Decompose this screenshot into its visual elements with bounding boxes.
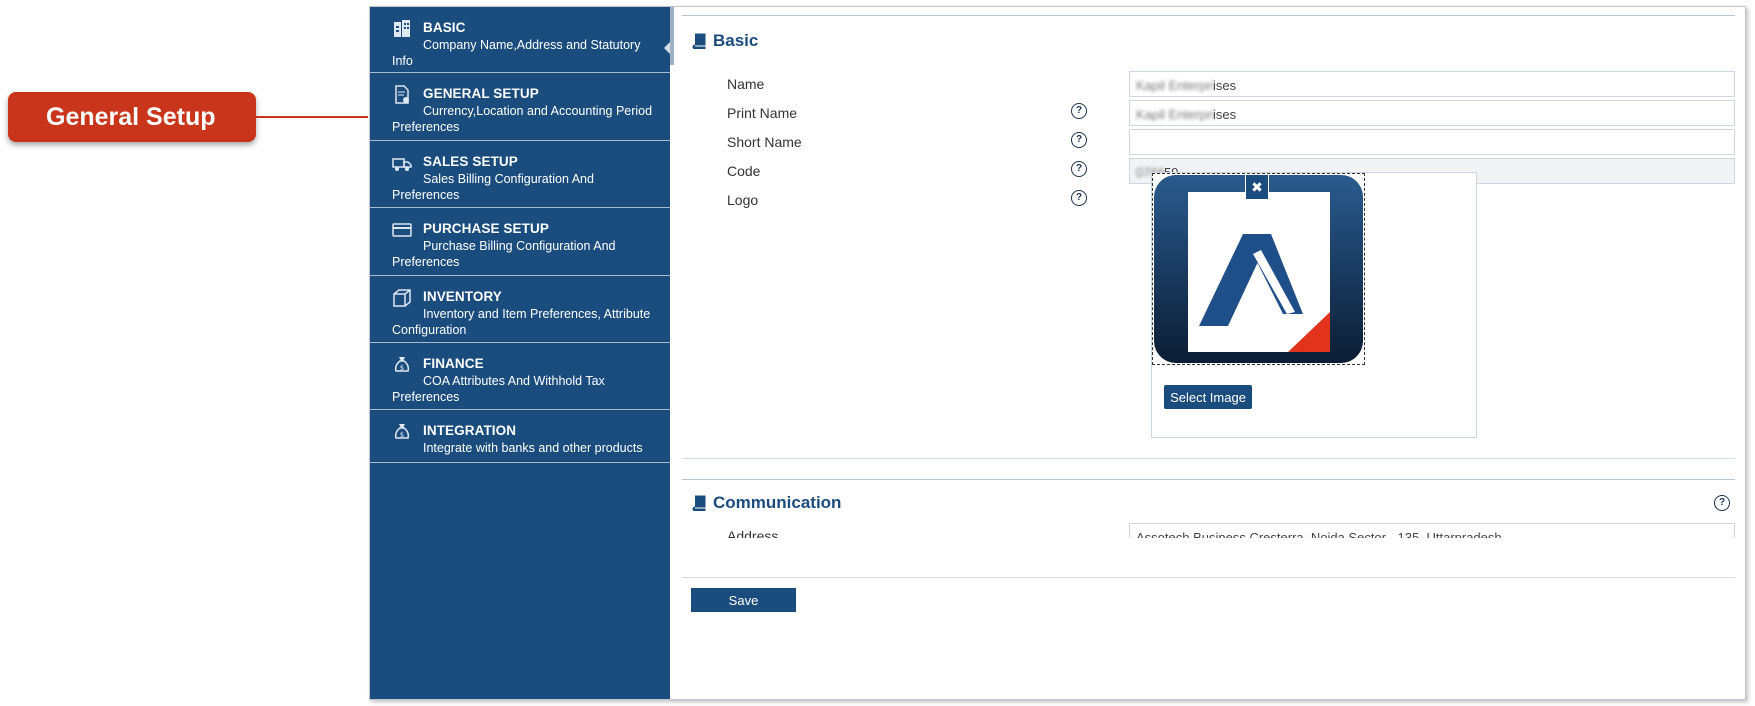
sidebar-item-title: INTEGRATION [423,423,517,438]
address-row: Address Assotech Business Cresterra, Noi… [727,523,1735,538]
address-field[interactable]: Assotech Business Cresterra, Noida Secto… [1129,523,1735,538]
help-icon[interactable]: ? [1071,161,1087,177]
short-name-row: Short Name ? [727,129,1735,156]
sidebar-item-desc: COA Attributes And Withhold Tax Preferen… [392,374,605,404]
name-value-suffix: ises [1213,78,1237,93]
book-icon [692,495,706,511]
remove-logo-button[interactable]: ✖ [1245,174,1269,200]
logo-upload-box: ✖ Select Image [1151,172,1477,438]
select-image-button[interactable]: Select Image [1164,385,1252,409]
sidebar-item-title: SALES SETUP [423,154,518,169]
sidebar-item-desc: Company Name,Address and Statutory Info [392,38,641,68]
box-icon [393,289,411,307]
basic-heading: Basic [692,31,758,51]
footer-divider [682,577,1735,578]
communication-heading: Communication [692,493,841,513]
sidebar-item-title: INVENTORY [423,289,502,304]
logo-preview-frame: ✖ [1152,173,1365,365]
sidebar-item-basic[interactable]: BASIC Company Name,Address and Statutory… [370,7,671,73]
communication-panel: Communication ? Address Assotech Busines… [682,479,1735,538]
sidebar-item-desc: Purchase Billing Configuration And Prefe… [392,239,616,269]
sidebar-item-desc: Sales Billing Configuration And Preferen… [392,172,594,202]
short-name-field[interactable] [1129,129,1735,155]
save-button[interactable]: Save [691,588,796,612]
svg-text:$: $ [400,431,404,439]
scrollbar[interactable] [670,7,674,65]
communication-title: Communication [713,493,842,512]
sidebar-item-desc: Integrate with banks and other products [423,441,643,455]
print-name-label: Print Name [727,105,798,121]
help-icon[interactable]: ? [1071,103,1087,119]
name-field[interactable]: Kapil Enterprisesises [1129,71,1735,97]
book-icon [692,33,706,49]
sidebar-item-title: GENERAL SETUP [423,86,539,101]
print-name-value-blurred: Kapil Enterprises [1136,107,1213,122]
print-name-value-suffix: ises [1213,107,1237,122]
section-divider [682,458,1735,459]
svg-text:$: $ [400,364,404,372]
name-row: Name Kapil Enterprisesises [727,71,1735,98]
company-logo-image [1154,175,1363,363]
basic-title: Basic [713,31,759,50]
name-value-blurred: Kapil Enterprises [1136,78,1213,93]
settings-window: BASIC Company Name,Address and Statutory… [369,6,1746,700]
truck-icon [392,158,412,171]
address-label: Address [727,528,779,538]
sidebar-item-title: FINANCE [423,356,484,371]
sidebar-item-sales-setup[interactable]: SALES SETUP Sales Billing Configuration … [370,141,670,208]
help-icon[interactable]: ? [1071,132,1087,148]
sidebar-item-title: BASIC [423,20,466,35]
name-label: Name [727,76,765,92]
logo-label: Logo [727,192,759,208]
help-icon[interactable]: ? [1714,495,1730,511]
sidebar-item-general-setup[interactable]: GENERAL SETUP Currency,Location and Acco… [370,73,670,141]
code-label: Code [727,163,761,179]
sidebar-item-finance[interactable]: $ FINANCE COA Attributes And Withhold Ta… [370,343,670,410]
print-name-field[interactable]: Kapil Enterprisesises [1129,100,1735,126]
settings-main: Basic Name Kapil Enterprisesises Print N… [670,7,1745,699]
money-bag-icon: $ [394,424,410,439]
sidebar-item-title: PURCHASE SETUP [423,221,549,236]
sidebar-item-desc: Inventory and Item Preferences, Attribut… [392,307,651,337]
money-bag-icon: $ [394,357,410,372]
building-icon [394,20,410,37]
callout-label: General Setup [46,102,216,131]
sidebar-item-desc: Currency,Location and Accounting Period … [392,104,653,134]
settings-sidebar: BASIC Company Name,Address and Statutory… [370,7,671,699]
sidebar-item-integration[interactable]: $ INTEGRATION Integrate with banks and o… [370,410,670,463]
sidebar-item-inventory[interactable]: INVENTORY Inventory and Item Preferences… [370,276,670,343]
callout-pointer-line [256,116,368,118]
short-name-label: Short Name [727,134,802,150]
help-icon[interactable]: ? [1071,190,1087,206]
card-icon [392,223,412,237]
sidebar-item-purchase-setup[interactable]: PURCHASE SETUP Purchase Billing Configur… [370,208,670,276]
print-name-row: Print Name ? Kapil Enterprisesises [727,100,1735,127]
general-setup-callout: General Setup [8,92,256,142]
document-settings-icon [395,85,409,104]
